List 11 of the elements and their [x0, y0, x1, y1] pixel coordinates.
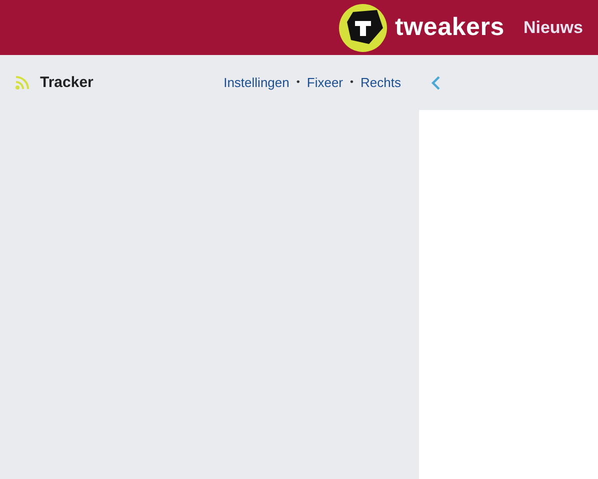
panel-title: Tracker: [40, 74, 94, 91]
action-link[interactable]: Rechts: [360, 75, 401, 90]
nav-link[interactable]: Nieuws: [523, 18, 583, 38]
action-link[interactable]: Instellingen: [224, 75, 290, 90]
brand-name: tweakers: [395, 13, 504, 42]
chevron-left-icon[interactable]: [431, 74, 441, 90]
rss-icon: [15, 76, 31, 90]
separator-dot: •: [350, 77, 354, 88]
logo-icon: [339, 4, 388, 52]
action-link[interactable]: Fixeer: [306, 75, 344, 90]
separator-dot: •: [296, 77, 300, 88]
